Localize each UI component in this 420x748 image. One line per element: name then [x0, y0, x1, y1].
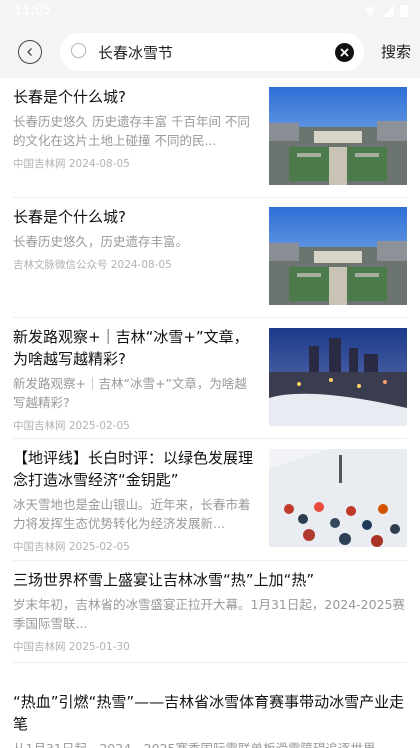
result-thumbnail	[269, 328, 407, 426]
status-bar: 11:05	[0, 0, 420, 26]
result-title: 【地评线】长白时评：以绿色发展理念打造冰雪经济“金钥匙”	[13, 449, 254, 489]
result-meta: 中国吉林网 2025-02-05	[13, 420, 130, 432]
back-button[interactable]	[18, 40, 42, 64]
result-summary: 冰天雪地也是金山银山。近年来，长春市着力将发挥生态优势转化为经济发展新...	[13, 497, 251, 531]
result-item[interactable]: 长春是个什么城? 长春历史悠久，历史遗存丰富。 吉林文脉微信公众号 2024-0…	[13, 198, 407, 318]
result-title: 长春是个什么城?	[13, 88, 126, 106]
result-summary: 长春历史悠久，历史遗存丰富。	[13, 234, 189, 249]
result-title: 三场世界杯雪上盛宴让吉林冰雪“热”上加“热”	[13, 571, 315, 589]
result-title: 新发路观察+｜吉林“冰雪+”文章，为啥越写越精彩?	[13, 328, 249, 368]
search-icon	[70, 42, 87, 59]
result-thumbnail	[269, 207, 407, 305]
search-button[interactable]: 搜索	[381, 41, 411, 62]
result-summary: 长春历史悠久 历史遗存丰富 千百年间 不同的文化在这片土地上碰撞 不同的民...	[13, 114, 250, 148]
search-box[interactable]	[60, 33, 364, 71]
wifi-icon	[364, 7, 376, 17]
search-results: 长春是个什么城? 长春历史悠久 历史遗存丰富 千百年间 不同的文化在这片土地上碰…	[0, 78, 420, 748]
chevron-left-icon	[27, 48, 32, 56]
clear-search-button[interactable]	[335, 43, 354, 62]
result-item[interactable]: 长春是个什么城? 长春历史悠久 历史遗存丰富 千百年间 不同的文化在这片土地上碰…	[13, 78, 407, 198]
result-meta: 中国吉林网 2025-02-05	[13, 541, 130, 553]
result-item[interactable]: 【地评线】长白时评：以绿色发展理念打造冰雪经济“金钥匙” 冰天雪地也是金山银山。…	[13, 439, 407, 561]
result-item[interactable]: 三场世界杯雪上盛宴让吉林冰雪“热”上加“热” 岁末年初，吉林省的冰雪盛宴正拉开大…	[13, 561, 407, 663]
signal-icon	[382, 5, 394, 17]
result-summary: 新发路观察+｜吉林“冰雪+”文章，为啥越写越精彩?	[13, 376, 247, 410]
result-title: 长春是个什么城?	[13, 208, 126, 226]
search-input[interactable]	[98, 33, 318, 71]
result-meta: 中国吉林网 2025-01-30	[13, 641, 130, 653]
result-item[interactable]: “热血”引燃“热雪”——吉林省冰雪体育赛事带动冰雪产业走笔 从1月31日起，20…	[13, 663, 407, 748]
status-icons	[364, 5, 408, 17]
result-meta: 中国吉林网 2024-08-05	[13, 158, 130, 170]
search-header: 搜索	[0, 26, 420, 78]
result-summary: 岁末年初，吉林省的冰雪盛宴正拉开大幕。1月31日起，2024-2025赛季国际雪…	[13, 597, 405, 631]
battery-icon	[400, 5, 408, 17]
close-icon	[340, 48, 349, 57]
result-summary: 从1月31日起，2024—2025赛季国际雪联单板滑雪障碍追逐世界...	[13, 739, 407, 748]
result-title: “热血”引燃“热雪”——吉林省冰雪体育赛事带动冰雪产业走笔	[13, 693, 405, 733]
result-meta: 吉林文脉微信公众号 2024-08-05	[13, 259, 172, 271]
result-thumbnail	[269, 87, 407, 185]
result-thumbnail	[269, 449, 407, 547]
status-time: 11:05	[14, 3, 52, 18]
result-item[interactable]: 新发路观察+｜吉林“冰雪+”文章，为啥越写越精彩? 新发路观察+｜吉林“冰雪+”…	[13, 318, 407, 439]
